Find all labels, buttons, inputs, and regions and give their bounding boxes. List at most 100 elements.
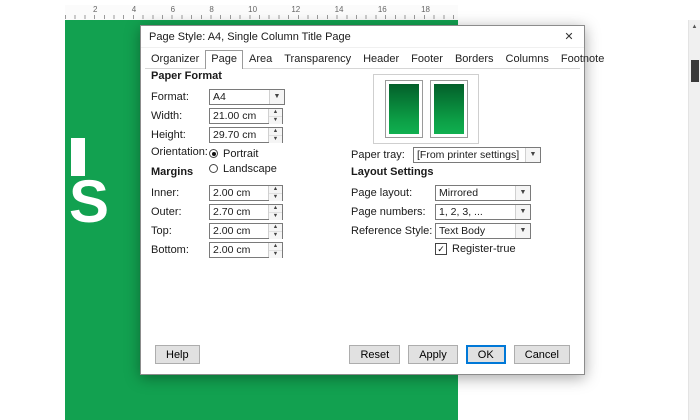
reference-style-value: Text Body: [439, 224, 486, 237]
spin-buttons: ▲ ▼: [268, 204, 282, 220]
bottom-margin-spinner[interactable]: 2.00 cm ▲ ▼: [209, 241, 283, 258]
tab-columns[interactable]: Columns: [500, 50, 555, 68]
cancel-button[interactable]: Cancel: [513, 345, 570, 364]
paper-format-title: Paper Format: [151, 70, 222, 82]
spin-buttons: ▲ ▼: [268, 242, 282, 258]
page-numbers-dropdown[interactable]: 1, 2, 3, ... ▼: [435, 203, 531, 220]
tab-footer[interactable]: Footer: [405, 50, 449, 68]
orientation-label: Orientation:: [151, 145, 208, 158]
bottom-margin-value[interactable]: 2.00 cm: [210, 243, 268, 257]
page-numbers-row: Page numbers: 1, 2, 3, ... ▼: [351, 203, 579, 220]
height-label: Height:: [151, 128, 186, 141]
ruler-numbers: 2 4 6 8 10 12 14 16 18: [65, 5, 458, 15]
outer-margin-spinner[interactable]: 2.70 cm ▲ ▼: [209, 203, 283, 220]
page-layout-label: Page layout:: [351, 186, 413, 199]
spin-up-icon[interactable]: ▲: [269, 223, 282, 232]
bottom-margin-row: Bottom: 2.00 cm ▲ ▼: [151, 241, 351, 258]
height-row: Height: 29.70 cm ▲ ▼: [151, 126, 366, 143]
reset-button[interactable]: Reset: [349, 345, 401, 364]
page-style-dialog: Page Style: A4, Single Column Title Page…: [140, 25, 604, 375]
spin-down-icon[interactable]: ▼: [269, 135, 282, 143]
tab-organizer[interactable]: Organizer: [145, 50, 205, 68]
top-margin-value[interactable]: 2.00 cm: [210, 224, 268, 238]
ruler-number: 6: [170, 5, 176, 14]
spin-up-icon[interactable]: ▲: [269, 127, 282, 136]
margins-section: Margins Inner: 2.00 cm ▲ ▼ Outer: 2.70 c…: [151, 166, 351, 260]
portrait-label: Portrait: [223, 147, 259, 160]
width-row: Width: 21.00 cm ▲ ▼: [151, 107, 366, 124]
spin-down-icon[interactable]: ▼: [269, 250, 282, 258]
reference-style-dropdown[interactable]: Text Body ▼: [435, 222, 531, 239]
height-spinner[interactable]: 29.70 cm ▲ ▼: [209, 126, 283, 143]
spin-up-icon[interactable]: ▲: [269, 108, 282, 117]
spin-buttons: ▲ ▼: [268, 223, 282, 239]
scroll-up-icon[interactable]: ▲: [689, 20, 700, 34]
chevron-down-icon[interactable]: ▼: [269, 89, 284, 104]
radio-checked-icon[interactable]: [209, 149, 218, 158]
ruler-number: 2: [93, 5, 98, 14]
page-layout-value: Mirrored: [439, 186, 479, 199]
chevron-down-icon[interactable]: ▼: [515, 204, 530, 219]
spin-down-icon[interactable]: ▼: [269, 116, 282, 124]
tab-bar: Organizer Page Area Transparency Header …: [145, 50, 604, 69]
width-spinner[interactable]: 21.00 cm ▲ ▼: [209, 107, 283, 124]
page-layout-dropdown[interactable]: Mirrored ▼: [435, 184, 531, 201]
spin-up-icon[interactable]: ▲: [269, 185, 282, 194]
chevron-down-icon[interactable]: ▼: [525, 147, 540, 162]
top-margin-label: Top:: [151, 224, 172, 237]
close-icon[interactable]: ✕: [554, 26, 584, 48]
paper-tray-dropdown[interactable]: [From printer settings] ▼: [413, 146, 541, 163]
document-heading-fragment: S: [69, 168, 110, 235]
spin-up-icon[interactable]: ▲: [269, 204, 282, 213]
chevron-down-icon[interactable]: ▼: [515, 185, 530, 200]
vertical-scrollbar[interactable]: ▲: [688, 20, 700, 420]
spin-buttons: ▲ ▼: [268, 185, 282, 201]
horizontal-ruler: 2 4 6 8 10 12 14 16 18: [65, 5, 458, 21]
register-true-checkbox[interactable]: ✓ Register-true: [435, 241, 579, 256]
ruler-number: 8: [209, 5, 214, 14]
tab-transparency[interactable]: Transparency: [278, 50, 357, 68]
spin-down-icon[interactable]: ▼: [269, 231, 282, 239]
dialog-button-group: Reset Apply OK Cancel: [349, 345, 570, 364]
inner-margin-label: Inner:: [151, 186, 180, 199]
outer-margin-row: Outer: 2.70 cm ▲ ▼: [151, 203, 351, 220]
tab-page[interactable]: Page: [205, 50, 243, 69]
format-dropdown[interactable]: A4 ▼: [209, 88, 285, 105]
paper-tray-value: [From printer settings]: [417, 148, 520, 161]
ruler-number: 14: [334, 5, 344, 14]
outer-margin-value[interactable]: 2.70 cm: [210, 205, 268, 219]
reference-style-row: Reference Style: Text Body ▼: [351, 222, 579, 239]
portrait-radio[interactable]: Portrait: [209, 147, 366, 160]
tab-footnote[interactable]: Footnote: [555, 50, 610, 68]
page-thumbnail-fill: [433, 84, 464, 134]
tab-borders[interactable]: Borders: [449, 50, 500, 68]
width-spin-buttons: ▲ ▼: [268, 108, 282, 124]
width-value[interactable]: 21.00 cm: [210, 109, 268, 123]
tab-header[interactable]: Header: [357, 50, 405, 68]
checkbox-checked-icon[interactable]: ✓: [435, 242, 447, 255]
paper-format-section: Paper Format Format: A4 ▼ Width: 21.00 c…: [151, 70, 366, 177]
scrollbar-thumb[interactable]: [691, 60, 699, 82]
ruler-number: 12: [291, 5, 301, 14]
paper-tray-row: Paper tray: [From printer settings] ▼: [351, 146, 579, 163]
inner-margin-value[interactable]: 2.00 cm: [210, 186, 268, 200]
dialog-titlebar[interactable]: Page Style: A4, Single Column Title Page…: [141, 26, 584, 48]
spin-down-icon[interactable]: ▼: [269, 212, 282, 220]
inner-margin-row: Inner: 2.00 cm ▲ ▼: [151, 184, 351, 201]
help-button[interactable]: Help: [155, 345, 200, 364]
spin-up-icon[interactable]: ▲: [269, 242, 282, 251]
chevron-down-icon[interactable]: ▼: [515, 223, 530, 238]
height-value[interactable]: 29.70 cm: [210, 128, 268, 142]
ok-button[interactable]: OK: [465, 345, 506, 364]
apply-button[interactable]: Apply: [408, 345, 458, 364]
register-true-label: Register-true: [452, 242, 516, 255]
spin-down-icon[interactable]: ▼: [269, 193, 282, 201]
paper-tray-label: Paper tray:: [351, 148, 405, 161]
tab-area[interactable]: Area: [243, 50, 278, 68]
page-preview: [373, 74, 479, 144]
inner-margin-spinner[interactable]: 2.00 cm ▲ ▼: [209, 184, 283, 201]
ruler-number: 10: [248, 5, 258, 14]
height-spin-buttons: ▲ ▼: [268, 127, 282, 143]
top-margin-spinner[interactable]: 2.00 cm ▲ ▼: [209, 222, 283, 239]
margins-title: Margins: [151, 166, 194, 178]
